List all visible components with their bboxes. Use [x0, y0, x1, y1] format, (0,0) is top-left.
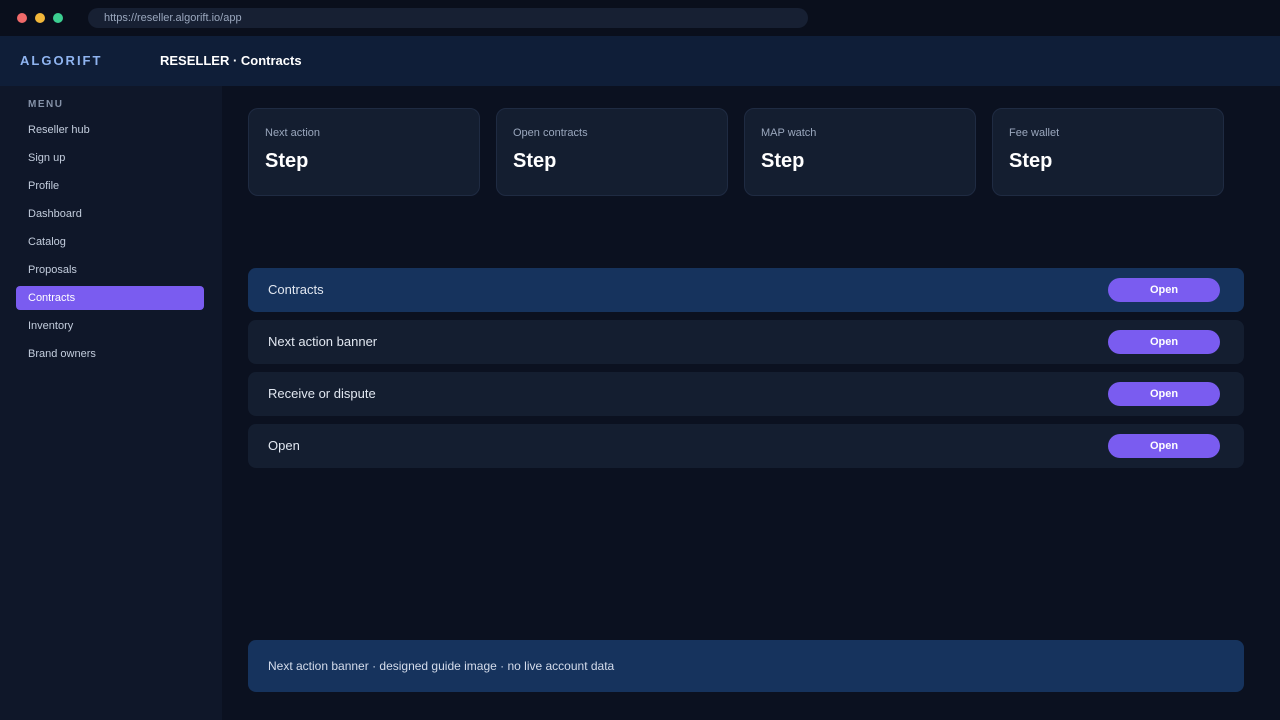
list-item-receive-or-dispute: Receive or dispute Open: [248, 372, 1244, 416]
stat-card-label: MAP watch: [761, 127, 817, 139]
list-item-label: Open: [268, 438, 300, 453]
sidebar: MENU Reseller hub Sign up Profile Dashbo…: [0, 86, 222, 720]
stat-card-label: Open contracts: [513, 127, 588, 139]
menu-heading: MENU: [28, 99, 64, 110]
stat-card-next-action: Next action Step: [248, 108, 480, 196]
app-header: ALGORIFT RESELLER · Contracts: [0, 36, 1280, 86]
brand-logo[interactable]: ALGORIFT: [20, 36, 102, 86]
open-receive-or-dispute-button[interactable]: Open: [1108, 382, 1220, 406]
address-bar[interactable]: https://reseller.algorift.io/app: [88, 8, 808, 28]
stat-card-open-contracts: Open contracts Step: [496, 108, 728, 196]
stat-card-label: Next action: [265, 127, 321, 139]
sidebar-item-profile[interactable]: Profile: [16, 174, 204, 198]
stat-card-value: Step: [761, 150, 805, 172]
sidebar-item-catalog[interactable]: Catalog: [16, 230, 204, 254]
sidebar-item-dashboard[interactable]: Dashboard: [16, 202, 204, 226]
sidebar-item-proposals[interactable]: Proposals: [16, 258, 204, 282]
sidebar-item-reseller-hub[interactable]: Reseller hub: [16, 118, 204, 142]
minimize-window-dot[interactable]: [35, 13, 45, 23]
open-open-button[interactable]: Open: [1108, 434, 1220, 458]
stat-card-value: Step: [265, 150, 309, 172]
sidebar-item-brand-owners[interactable]: Brand owners: [16, 342, 204, 366]
stat-card-value: Step: [1009, 150, 1053, 172]
list-item-label: Next action banner: [268, 334, 378, 349]
stat-card-value: Step: [513, 150, 557, 172]
close-window-dot[interactable]: [17, 13, 27, 23]
footer-banner: Next action banner · designed guide imag…: [248, 640, 1244, 692]
list-item-next-action-banner: Next action banner Open: [248, 320, 1244, 364]
open-contracts-button[interactable]: Open: [1108, 278, 1220, 302]
maximize-window-dot[interactable]: [53, 13, 63, 23]
list-item-contracts: Contracts Open: [248, 268, 1244, 312]
footer-banner-text: Next action banner · designed guide imag…: [268, 659, 615, 673]
sidebar-item-sign-up[interactable]: Sign up: [16, 146, 204, 170]
sidebar-item-contracts[interactable]: Contracts: [16, 286, 204, 310]
list-item-label: Receive or dispute: [268, 386, 376, 401]
browser-chrome: https://reseller.algorift.io/app: [0, 0, 1280, 36]
stat-card-fee-wallet: Fee wallet Step: [992, 108, 1224, 196]
open-next-action-banner-button[interactable]: Open: [1108, 330, 1220, 354]
list-item-label: Contracts: [268, 282, 324, 297]
stat-card-label: Fee wallet: [1009, 127, 1060, 139]
list-item-open: Open Open: [248, 424, 1244, 468]
sidebar-item-inventory[interactable]: Inventory: [16, 314, 204, 338]
stat-card-map-watch: MAP watch Step: [744, 108, 976, 196]
page-title: RESELLER · Contracts: [160, 53, 302, 68]
